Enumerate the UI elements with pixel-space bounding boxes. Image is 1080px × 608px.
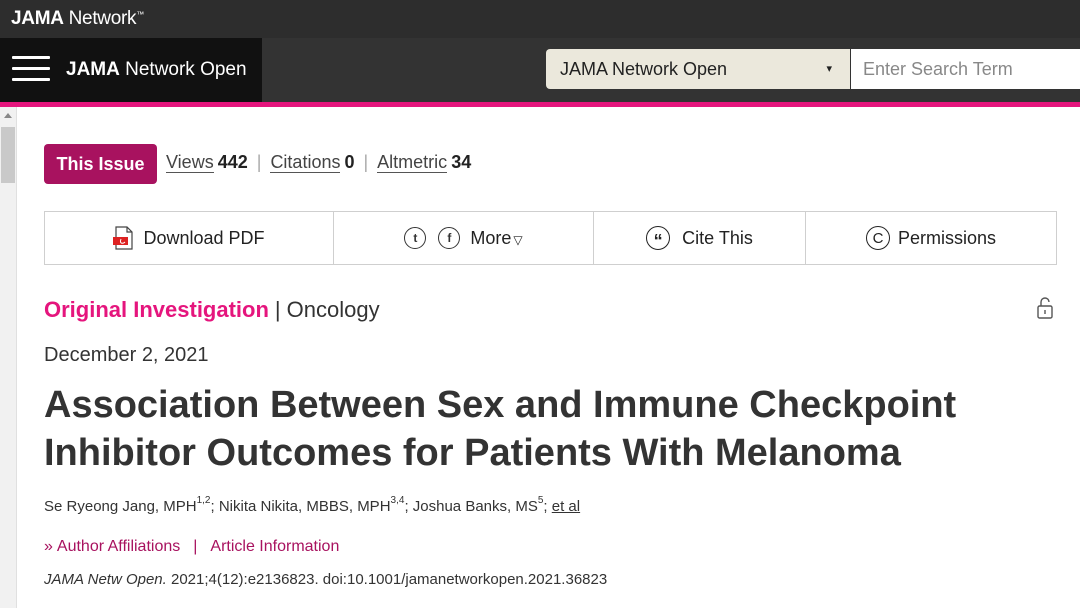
- open-access-lock-icon[interactable]: [1036, 296, 1054, 320]
- scrollbar[interactable]: [0, 107, 17, 608]
- altmetric-value: 34: [451, 152, 472, 172]
- menu-icon[interactable]: [12, 56, 50, 84]
- network-brand-bold: JAMA: [11, 8, 64, 29]
- views-value: 442: [217, 152, 248, 172]
- share-toolbar-section: t f More ▽: [334, 212, 594, 264]
- twitter-icon[interactable]: t: [404, 227, 427, 249]
- download-pdf-button[interactable]: Download PDF: [45, 212, 334, 264]
- journal-header-left: JAMA Network Open: [0, 38, 262, 102]
- journal-select-value: JAMA Network Open: [560, 59, 728, 79]
- network-brand-rest: Network: [68, 8, 137, 29]
- author-name[interactable]: Nikita Nikita, MBBS, MPH: [219, 498, 391, 515]
- search-input[interactable]: [851, 49, 1080, 89]
- journal-title-rest: Network Open: [125, 59, 247, 80]
- article-subject: Oncology: [286, 297, 380, 322]
- copyright-icon: C: [865, 226, 890, 250]
- author-separator: ;: [543, 498, 552, 515]
- citations-metric[interactable]: Citations 0: [270, 152, 354, 173]
- article-info-links: » Author Affiliations | Article Information: [44, 538, 339, 556]
- header-divider: [0, 102, 1080, 107]
- cite-this-label: Cite This: [682, 227, 753, 248]
- double-chevron-right-icon: »: [44, 538, 53, 555]
- author-affiliation-sup: 3,4: [390, 495, 405, 506]
- more-share-button[interactable]: More ▽: [470, 228, 522, 249]
- jama-network-logo[interactable]: JAMA Network™: [11, 8, 144, 30]
- scrollbar-thumb[interactable]: [1, 127, 15, 183]
- article-type: Original Investigation | Oncology: [44, 297, 380, 323]
- citation-journal: JAMA Netw Open.: [44, 571, 167, 588]
- author-name[interactable]: Joshua Banks, MS: [413, 498, 538, 515]
- et-al-link[interactable]: et al: [552, 498, 580, 515]
- views-label: Views: [166, 152, 214, 173]
- journal-select-dropdown[interactable]: JAMA Network Open ▾: [546, 49, 850, 89]
- author-list: Se Ryeong Jang, MPH1,2; Nikita Nikita, M…: [44, 495, 580, 515]
- article-title: Association Between Sex and Immune Check…: [44, 384, 957, 474]
- pdf-icon: [113, 226, 134, 250]
- author-name[interactable]: Se Ryeong Jang, MPH: [44, 498, 197, 515]
- scroll-up-arrow-icon[interactable]: [4, 113, 12, 118]
- article-information-link[interactable]: Article Information: [210, 538, 339, 555]
- author-affiliations-link[interactable]: » Author Affiliations: [44, 538, 180, 555]
- more-label: More: [470, 227, 512, 248]
- journal-title-bold: JAMA: [66, 59, 120, 80]
- metric-separator: |: [363, 152, 369, 172]
- triangle-down-icon: ▽: [513, 232, 523, 247]
- citations-value: 0: [344, 152, 355, 172]
- article-metrics: Views 442 | Citations 0 | Altmetric 34: [166, 152, 471, 173]
- trademark: ™: [136, 10, 144, 19]
- chevron-down-icon: ▾: [826, 63, 832, 75]
- author-separator: ;: [210, 498, 219, 515]
- article-toolbar: Download PDF t f More ▽ “ Cite This C Per…: [44, 211, 1057, 265]
- facebook-icon[interactable]: f: [438, 227, 461, 249]
- permissions-label: Permissions: [897, 227, 997, 248]
- this-issue-button[interactable]: This Issue: [44, 144, 157, 184]
- quote-icon: “: [646, 226, 671, 250]
- author-separator: ;: [404, 498, 413, 515]
- publication-date: December 2, 2021: [44, 344, 209, 366]
- citations-label: Citations: [270, 152, 341, 173]
- article-citation: JAMA Netw Open. 2021;4(12):e2136823. doi…: [44, 571, 607, 588]
- article-type-separator: |: [274, 297, 281, 322]
- cite-this-button[interactable]: “ Cite This: [594, 212, 806, 264]
- citation-details: 2021;4(12):e2136823. doi:10.1001/jamanet…: [166, 571, 608, 588]
- article-category-link[interactable]: Original Investigation: [44, 297, 269, 322]
- author-affiliations-label: Author Affiliations: [56, 538, 181, 555]
- links-separator: |: [193, 538, 198, 555]
- altmetric-label: Altmetric: [377, 152, 448, 173]
- views-metric[interactable]: Views 442: [166, 152, 248, 173]
- metric-separator: |: [256, 152, 262, 172]
- author-affiliation-sup: 5: [537, 495, 544, 506]
- network-bar: JAMA Network™: [0, 0, 1080, 38]
- journal-title[interactable]: JAMA Network Open: [66, 59, 247, 81]
- journal-header: JAMA Network Open JAMA Network Open ▾: [0, 38, 1080, 102]
- permissions-button[interactable]: C Permissions: [806, 212, 1056, 264]
- author-affiliation-sup: 1,2: [196, 495, 211, 506]
- download-pdf-label: Download PDF: [143, 227, 265, 248]
- altmetric-metric[interactable]: Altmetric 34: [377, 152, 471, 173]
